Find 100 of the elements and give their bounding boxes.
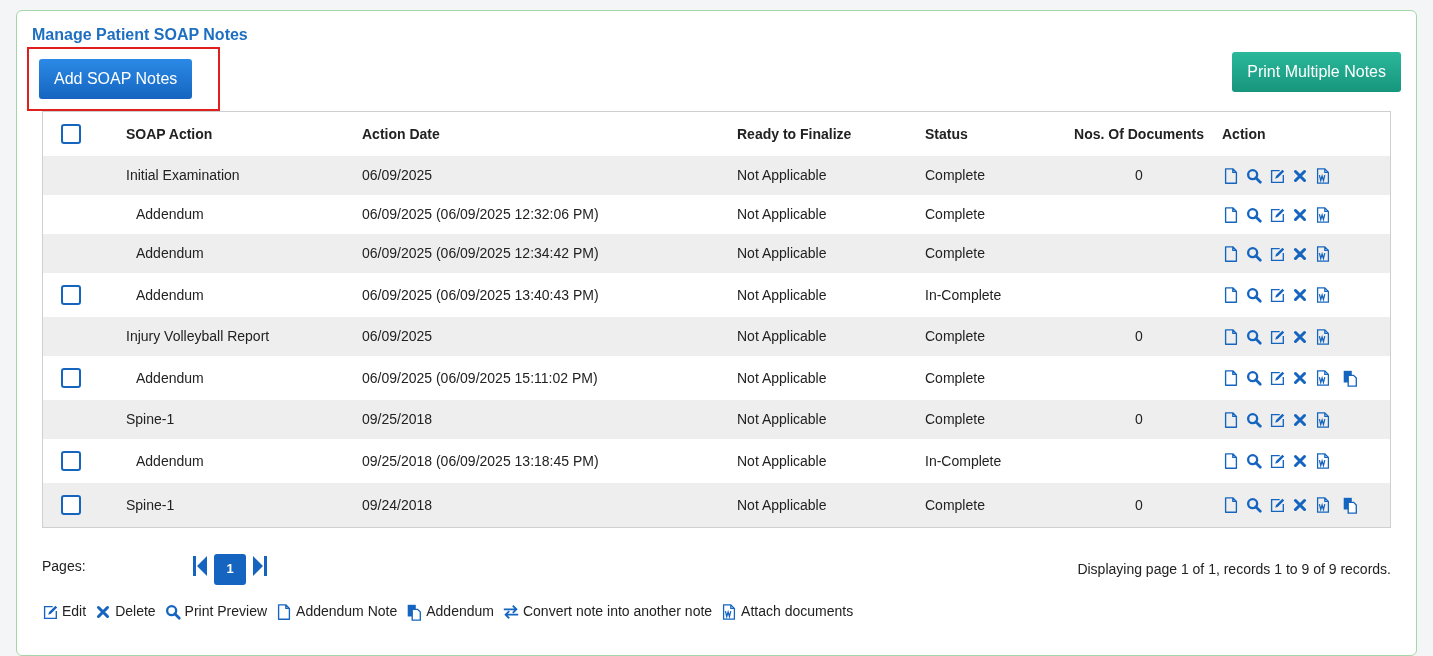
edit-icon[interactable] xyxy=(1268,452,1286,470)
table-cell: Complete xyxy=(925,496,985,513)
legend-label: Addendum Note xyxy=(296,602,398,621)
table-cell: Not Applicable xyxy=(737,167,827,183)
table-cell: Not Applicable xyxy=(737,411,827,427)
document-icon[interactable] xyxy=(1222,166,1240,185)
table-cell: In-Complete xyxy=(925,452,1002,469)
edit-icon[interactable] xyxy=(1268,369,1286,387)
table-cell: 06/09/2025 (06/09/2025 15:11:02 PM) xyxy=(362,369,598,386)
table-cell: Complete xyxy=(925,167,985,183)
table-cell: Addendum xyxy=(136,206,204,222)
word-document-icon[interactable] xyxy=(1314,410,1332,429)
checkbox[interactable] xyxy=(61,451,81,471)
first-page-icon[interactable] xyxy=(192,555,208,577)
page-button[interactable]: 1 xyxy=(214,553,246,585)
legend-label: Print Preview xyxy=(184,602,268,621)
word-document-icon[interactable] xyxy=(1314,327,1332,346)
table-cell: Not Applicable xyxy=(737,369,827,386)
search-icon[interactable] xyxy=(1245,244,1263,263)
legend-label: Edit xyxy=(62,602,87,621)
search-icon[interactable] xyxy=(1245,496,1263,514)
table-cell: Addendum xyxy=(136,245,204,261)
checkbox[interactable] xyxy=(61,495,81,515)
table-cell: Injury Volleyball Report xyxy=(126,328,270,344)
copy-document-icon[interactable] xyxy=(1341,496,1359,514)
word-document-icon[interactable] xyxy=(1314,452,1332,470)
table-cell: 06/09/2025 (06/09/2025 12:34:42 PM) xyxy=(362,245,599,261)
table-cell: In-Complete xyxy=(925,286,1002,303)
page-title: Manage Patient SOAP Notes xyxy=(32,25,249,45)
table-cell: 09/24/2018 xyxy=(362,496,433,513)
table-cell: 06/09/2025 xyxy=(362,167,433,183)
copy-document-icon[interactable] xyxy=(405,602,424,621)
search-icon[interactable] xyxy=(163,602,182,621)
table-cell: 06/09/2025 (06/09/2025 13:40:43 PM) xyxy=(362,286,599,303)
checkbox[interactable] xyxy=(61,124,81,144)
copy-document-icon[interactable] xyxy=(1341,369,1359,387)
legend-label: Convert note into another note xyxy=(522,602,713,621)
table-cell: Not Applicable xyxy=(737,286,827,303)
column-header: SOAP Action xyxy=(126,125,213,142)
records-summary: Displaying page 1 of 1, records 1 to 9 of 9 records. xyxy=(1077,559,1391,579)
checkbox[interactable] xyxy=(61,368,81,388)
print-multiple-notes-button[interactable]: Print Multiple Notes xyxy=(1232,52,1401,92)
table-cell: Addendum xyxy=(136,369,204,386)
word-document-icon[interactable] xyxy=(1314,166,1332,185)
table-cell: Complete xyxy=(925,245,985,261)
close-icon[interactable] xyxy=(1291,369,1309,387)
add-soap-notes-button[interactable]: Add SOAP Notes xyxy=(39,59,193,99)
table-cell: 06/09/2025 xyxy=(362,328,433,344)
table-cell: 09/25/2018 (06/09/2025 13:18:45 PM) xyxy=(362,452,599,469)
close-icon[interactable] xyxy=(1291,496,1309,514)
document-icon[interactable] xyxy=(1222,496,1240,514)
legend-label: Addendum xyxy=(426,602,494,621)
table-cell: 09/25/2018 xyxy=(362,411,433,427)
column-header: Action Date xyxy=(362,125,440,142)
table-cell: Spine-1 xyxy=(126,411,175,427)
close-icon[interactable] xyxy=(1291,286,1309,304)
table-cell: Spine-1 xyxy=(126,496,175,513)
document-icon[interactable] xyxy=(1222,244,1240,263)
table-cell: Addendum xyxy=(136,452,204,469)
word-document-icon[interactable] xyxy=(1314,205,1332,224)
table-cell: 0 xyxy=(1135,496,1143,513)
word-document-icon[interactable] xyxy=(1314,244,1332,263)
pages-label: Pages: xyxy=(42,556,87,576)
edit-icon[interactable] xyxy=(1268,496,1286,514)
search-icon[interactable] xyxy=(1245,369,1263,387)
document-icon[interactable] xyxy=(1222,369,1240,387)
edit-icon[interactable] xyxy=(1268,286,1286,304)
search-icon[interactable] xyxy=(1245,327,1263,346)
column-header: Nos. Of Documents xyxy=(1074,125,1204,142)
table-cell: Not Applicable xyxy=(737,496,827,513)
search-icon[interactable] xyxy=(1245,452,1263,470)
search-icon[interactable] xyxy=(1245,410,1263,429)
search-icon[interactable] xyxy=(1245,205,1263,224)
word-document-icon[interactable] xyxy=(1314,369,1332,387)
table-cell: Complete xyxy=(925,328,985,344)
legend-label: Delete xyxy=(115,602,156,621)
search-icon[interactable] xyxy=(1245,286,1263,304)
search-icon[interactable] xyxy=(1245,166,1263,185)
table-cell: Not Applicable xyxy=(737,245,827,261)
table-cell: Initial Examination xyxy=(126,167,240,183)
table-cell: Complete xyxy=(925,369,985,386)
table-cell: Not Applicable xyxy=(737,328,827,344)
word-document-icon[interactable] xyxy=(1314,286,1332,304)
document-icon[interactable] xyxy=(1222,452,1240,470)
document-icon[interactable] xyxy=(1222,327,1240,346)
legend-label: Attach documents xyxy=(741,602,854,621)
document-icon[interactable] xyxy=(1222,205,1240,224)
last-page-icon[interactable] xyxy=(252,555,268,577)
word-document-icon[interactable] xyxy=(1314,496,1332,514)
table-cell: Complete xyxy=(925,206,985,222)
table-cell: Not Applicable xyxy=(737,206,827,222)
document-icon[interactable] xyxy=(1222,286,1240,304)
table-cell: 0 xyxy=(1135,167,1143,183)
close-icon[interactable] xyxy=(1291,452,1309,470)
document-icon[interactable] xyxy=(1222,410,1240,429)
column-header: Action xyxy=(1222,125,1266,142)
checkbox[interactable] xyxy=(61,285,81,305)
swap-arrows-icon[interactable] xyxy=(501,602,520,621)
column-header: Status xyxy=(925,125,968,142)
column-header: Ready to Finalize xyxy=(737,125,852,142)
